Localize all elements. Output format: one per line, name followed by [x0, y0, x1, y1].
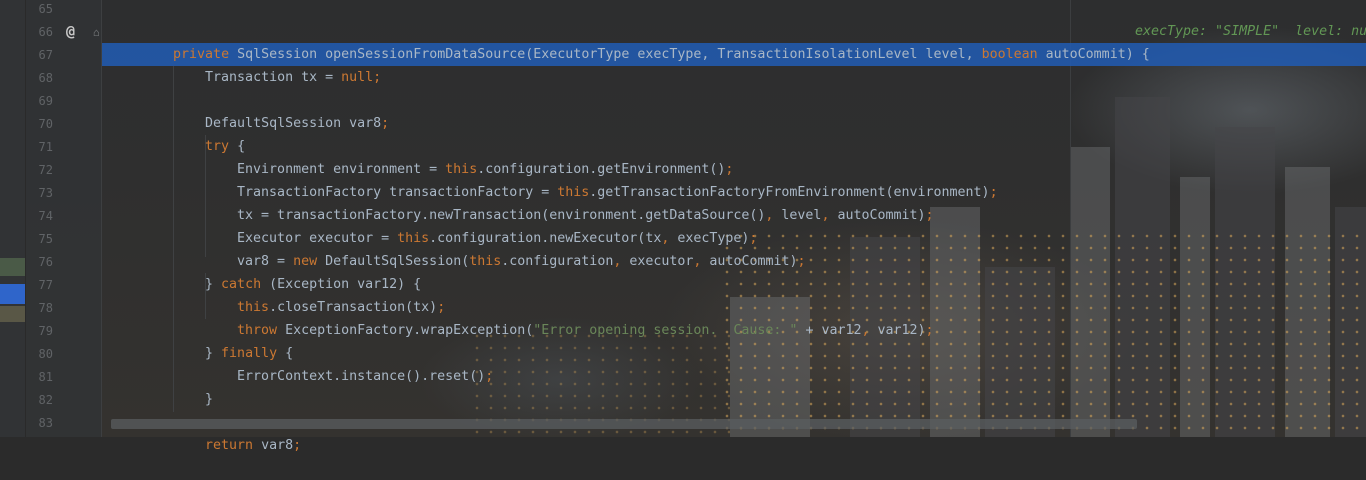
line-number[interactable]: 69 — [26, 90, 53, 113]
code-line-72[interactable]: TransactionFactory transactionFactory = … — [102, 158, 1366, 200]
code-line-80[interactable]: ErrorContext.instance().reset(); — [102, 342, 1366, 384]
code-line-78[interactable]: throw ExceptionFactory.wrapException("Er… — [102, 296, 1366, 338]
line-number[interactable]: 72 — [26, 159, 53, 182]
code-line-75[interactable]: var8 = new DefaultSqlSession(this.config… — [102, 227, 1366, 269]
left-tool-strip — [0, 0, 26, 437]
line-number[interactable]: 76 — [26, 251, 53, 274]
code-line-76[interactable]: } catch (Exception var12) { — [102, 250, 1366, 292]
code-line-67[interactable]: Transaction tx = null; — [102, 43, 1366, 85]
code-text: } — [205, 392, 214, 407]
override-at-icon[interactable]: @ — [66, 20, 75, 43]
code-line-81[interactable]: } — [102, 365, 1366, 407]
code-line-77[interactable]: this.closeTransaction(tx); — [102, 273, 1366, 315]
code-line-74[interactable]: Executor executor = this.configuration.n… — [102, 204, 1366, 246]
code-line-69[interactable]: DefaultSqlSession var8; — [102, 89, 1366, 131]
code-line-79[interactable]: } finally { — [102, 319, 1366, 361]
line-number[interactable]: 70 — [26, 113, 53, 136]
line-number[interactable]: 71 — [26, 136, 53, 159]
tool-strip-marker[interactable] — [0, 258, 25, 276]
code-text: Transaction tx = — [205, 70, 342, 85]
semicolon: ; — [293, 438, 302, 453]
line-number[interactable]: 79 — [26, 320, 53, 343]
semicolon: ; — [373, 70, 382, 85]
line-number[interactable]: 65 — [26, 0, 53, 21]
code-line-71[interactable]: Environment environment = this.configura… — [102, 135, 1366, 177]
line-number[interactable]: 77 — [26, 274, 53, 297]
line-number[interactable]: 83 — [26, 412, 53, 435]
keyword-null: null — [341, 70, 374, 85]
code-line-66[interactable]: private SqlSession openSessionFromDataSo… — [102, 20, 1366, 62]
line-number[interactable]: 73 — [26, 182, 53, 205]
tool-strip-active-marker[interactable] — [0, 284, 25, 304]
tool-strip-marker[interactable] — [0, 306, 25, 322]
code-line-70[interactable]: try { — [102, 112, 1366, 154]
line-number[interactable]: 82 — [26, 389, 53, 412]
line-number[interactable]: 74 — [26, 205, 53, 228]
line-number[interactable]: 78 — [26, 297, 53, 320]
line-number[interactable]: 80 — [26, 343, 53, 366]
inline-debug-hint: execType: "SIMPLE" level: nu — [1135, 24, 1366, 39]
code-line-73[interactable]: tx = transactionFactory.newTransaction(e… — [102, 181, 1366, 223]
line-number[interactable]: 68 — [26, 67, 53, 90]
keyword-return: return — [205, 438, 254, 453]
horizontal-scrollbar[interactable] — [111, 419, 1137, 429]
bookmark-shield-icon[interactable]: ⌂ — [93, 21, 100, 44]
line-number[interactable]: 81 — [26, 366, 53, 389]
code-text: var8 — [253, 438, 294, 453]
line-number[interactable]: 66 — [26, 21, 53, 44]
line-number[interactable]: 67 — [26, 44, 53, 67]
line-number[interactable]: 75 — [26, 228, 53, 251]
